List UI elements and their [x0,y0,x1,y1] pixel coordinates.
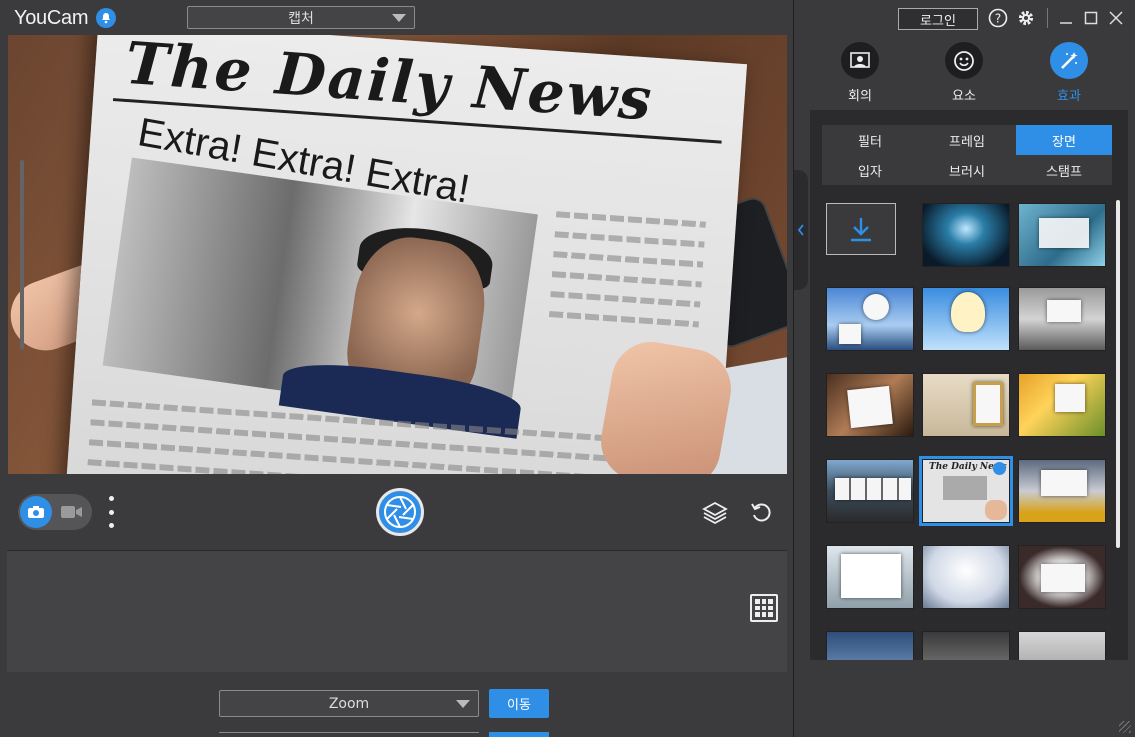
capture-controls [8,478,787,548]
effects-sidebar: 로그인 ? 회의 요소 효과 필터 프레임 장면 입자 브러시 스탬프 The … [793,0,1135,737]
scene-thumbnail[interactable] [1018,459,1106,523]
more-options-icon[interactable] [108,496,114,528]
scene-thumbnail[interactable] [922,631,1010,660]
capture-mode-value: 캡처 [288,10,314,27]
notification-bell-icon[interactable] [96,8,117,28]
aperture-icon [384,496,416,528]
scene-thumbnail[interactable] [1018,631,1106,660]
tab-meeting-label: 회의 [848,89,872,104]
capture-mode-select[interactable]: 캡처 [187,6,415,29]
tab-meeting[interactable]: 회의 [825,42,895,104]
zoom-select-value: Zoom [328,695,370,712]
scene-thumbnail[interactable] [1018,373,1106,437]
scene-thumbnail-grid: The Daily News [818,195,1108,660]
scene-thumbnail[interactable] [922,287,1010,351]
bottom-bar: Zoom 이동 [0,672,793,737]
login-button[interactable]: 로그인 [898,8,978,30]
tab-effects[interactable]: 효과 [1034,42,1104,104]
refresh-badge-icon [993,462,1006,475]
chevron-down-icon [456,699,470,708]
text-column [554,231,705,248]
effects-panel: 필터 프레임 장면 입자 브러시 스탬프 The Daily News [810,110,1128,660]
scene-thumbnail-selected[interactable]: The Daily News [919,456,1013,526]
secondary-select-edge[interactable] [219,732,479,737]
scene-thumbnail[interactable] [922,545,1010,609]
app-logo: YouCam [14,6,89,29]
scene-thumbnail[interactable] [922,373,1010,437]
grid-view-icon[interactable] [750,594,778,622]
layers-icon[interactable] [700,498,730,528]
emoji-icon [945,42,983,79]
camera-pane: YouCam 캡처 The Daily News Extra! Extra! E… [0,0,793,737]
maximize-icon[interactable] [1081,8,1101,28]
scene-thumbnail[interactable] [1018,545,1106,609]
scene-thumbnail[interactable] [826,287,914,351]
minimize-icon[interactable] [1056,8,1076,28]
effect-category-tabs: 필터 프레임 장면 입자 브러시 스탬프 [822,125,1112,185]
title-bar-divider [1047,8,1048,28]
category-filter[interactable]: 필터 [822,125,918,155]
settings-gear-icon[interactable] [1016,8,1036,28]
photo-video-toggle[interactable] [18,494,92,530]
close-icon[interactable] [1106,8,1126,28]
tab-elements[interactable]: 요소 [929,42,999,104]
svg-text:?: ? [995,12,1001,26]
help-icon[interactable]: ? [988,8,1008,28]
text-column [553,251,704,268]
preview-scroll-indicator[interactable] [20,160,24,350]
scene-thumbnail[interactable] [826,459,914,523]
scene-thumbnail[interactable] [826,631,914,660]
youcam-window: YouCam 캡처 The Daily News Extra! Extra! E… [0,0,1135,737]
download-icon [851,218,871,242]
text-column [548,311,699,328]
category-stamp[interactable]: 스탬프 [1016,155,1112,185]
webcam-photo [102,157,538,439]
category-brush[interactable]: 브러시 [919,155,1015,185]
zoom-select[interactable]: Zoom [219,690,479,717]
secondary-button-edge[interactable] [489,732,549,737]
scene-thumbnail[interactable] [826,545,914,609]
scene-thumbnail[interactable] [1018,203,1106,267]
brand: YouCam [14,6,117,30]
camera-icon [20,496,52,528]
tab-effects-label: 효과 [1057,89,1081,104]
resize-grip-icon[interactable] [1119,721,1131,733]
text-column [551,271,702,288]
title-bar: 로그인 ? [794,0,1135,36]
go-button[interactable]: 이동 [489,689,549,718]
chevron-left-icon [797,224,804,236]
chevron-down-icon [392,13,406,22]
category-scene[interactable]: 장면 [1016,125,1112,155]
scene-thumbnail[interactable] [922,203,1010,267]
rotate-icon[interactable] [746,498,776,528]
collapse-panel-button[interactable] [794,170,808,290]
text-column [555,211,706,228]
tab-elements-label: 요소 [952,89,976,104]
camera-preview: The Daily News Extra! Extra! Extra! [8,35,787,474]
thumbnail-scrollbar[interactable] [1116,200,1120,548]
shutter-button[interactable] [376,488,424,536]
text-column [550,291,701,308]
scene-thumbnail[interactable] [1018,287,1106,351]
capture-tray [7,550,787,672]
meeting-icon [841,42,879,79]
download-more-button[interactable] [826,203,896,255]
main-tabs: 회의 요소 효과 [794,42,1135,104]
category-particle[interactable]: 입자 [822,155,918,185]
video-camera-icon [61,506,82,518]
category-frame[interactable]: 프레임 [919,125,1015,155]
magic-wand-icon [1050,42,1088,79]
scene-thumbnail[interactable] [826,373,914,437]
